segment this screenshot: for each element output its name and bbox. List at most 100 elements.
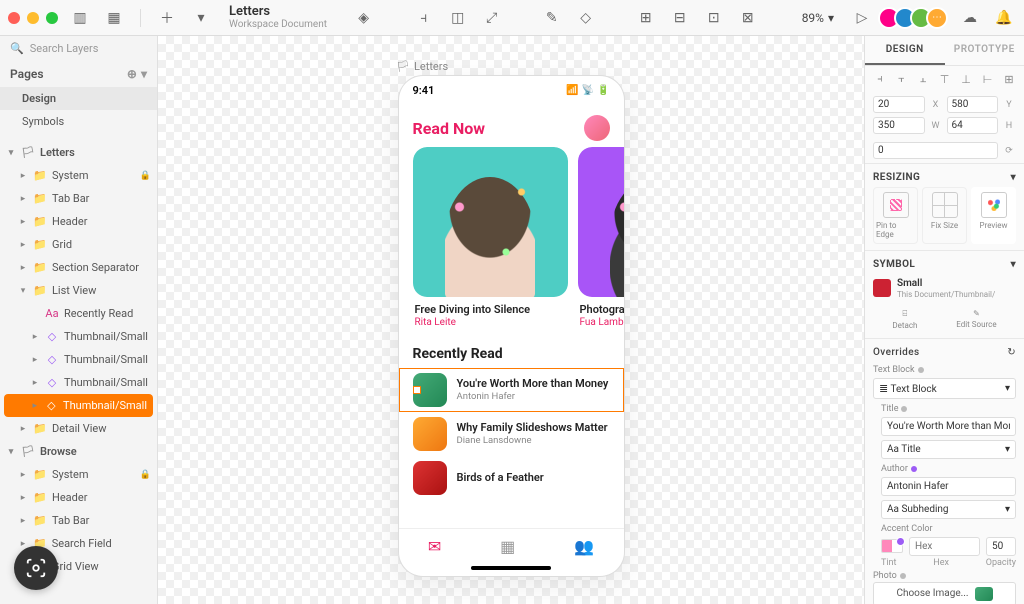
recent-item-1-selected[interactable]: You're Worth More than Money Antonin Haf… [399, 368, 624, 412]
grid-view-icon[interactable]: ▦ [102, 6, 126, 30]
override-author-input[interactable] [881, 477, 1016, 496]
align-right-icon[interactable]: ⫠ [916, 72, 930, 86]
minimize-window[interactable] [27, 12, 39, 24]
layer-browse-tabbar[interactable]: ▸📁Tab Bar [0, 509, 157, 532]
accent-hex-input[interactable] [909, 537, 980, 556]
add-dropdown-icon[interactable]: ▾ [189, 6, 213, 30]
recent-2-author: Diane Lansdowne [457, 435, 608, 447]
resize-fix-size[interactable]: Fix Size [922, 187, 967, 244]
symbol-source[interactable]: Small This Document/Thumbnail/ [873, 274, 1016, 303]
resize-preview[interactable]: Preview [971, 187, 1016, 244]
edit-source-button[interactable]: ✎Edit Source [956, 309, 996, 330]
difference-icon[interactable]: ⊠ [736, 6, 760, 30]
page-symbols[interactable]: Symbols [0, 110, 157, 133]
align-left-icon[interactable]: ⫞ [873, 72, 887, 86]
close-window[interactable] [8, 12, 20, 24]
card-1[interactable]: Free Diving into Silence Rita Leite [413, 147, 568, 332]
override-title-style[interactable]: Aa Title▾ [881, 440, 1016, 459]
h-input[interactable] [947, 117, 999, 134]
add-page-icon[interactable]: ⊕ [127, 67, 137, 81]
rotation-input[interactable] [873, 142, 998, 159]
w-input[interactable] [873, 117, 925, 134]
chevron-down-icon[interactable]: ▾ [1011, 172, 1016, 183]
layer-browse-system[interactable]: ▸📁System [0, 463, 157, 486]
page-design[interactable]: Design [0, 87, 157, 110]
tab-design[interactable]: DESIGN [865, 36, 945, 65]
layer-tabbar[interactable]: ▸📁Tab Bar [0, 187, 157, 210]
symbol-heading: SYMBOL [873, 259, 915, 270]
tab-grid-icon[interactable]: ▦ [500, 537, 515, 556]
override-textblock-select[interactable]: ≣ Text Block▾ [873, 378, 1016, 399]
layer-listview[interactable]: ▾📁List View [0, 279, 157, 302]
layer-recently-read[interactable]: AaRecently Read [0, 302, 157, 325]
override-author-style[interactable]: Aa Subheding▾ [881, 500, 1016, 519]
override-title-input[interactable] [881, 417, 1016, 436]
search-layers[interactable]: 🔍 Search Layers [0, 36, 157, 61]
layer-thumbnail-1[interactable]: ▸◇Thumbnail/Small [0, 325, 157, 348]
tab-inbox-icon[interactable]: ✉ [428, 537, 441, 556]
align-bottom-icon[interactable]: ⊢ [981, 72, 995, 86]
align-left-icon[interactable]: ⫞ [412, 6, 436, 30]
layer-section-separator[interactable]: ▸📁Section Separator [0, 256, 157, 279]
accent-color-swatch[interactable] [881, 539, 903, 553]
union-icon[interactable]: ⊞ [634, 6, 658, 30]
layer-root[interactable]: ▾🏳Letters [0, 141, 157, 164]
inspector-panel: DESIGN PROTOTYPE ⫞ ⫟ ⫠ ⊤ ⊥ ⊢ ⊞ X Y W H ⟳… [864, 36, 1024, 604]
distribute-icon[interactable]: ⊞ [1002, 72, 1016, 86]
sidebar-toggle-icon[interactable]: ▥ [68, 6, 92, 30]
reset-overrides-icon[interactable]: ↻ [1007, 347, 1016, 358]
zoom-dropdown[interactable]: 89%▾ [796, 9, 840, 27]
chevron-down-icon[interactable]: ▾ [1011, 259, 1016, 270]
layer-grid[interactable]: ▸📁Grid [0, 233, 157, 256]
google-lens-button[interactable] [14, 546, 58, 590]
status-icons: 📶📡🔋 [566, 85, 609, 96]
layer-thumbnail-2[interactable]: ▸◇Thumbnail/Small [0, 348, 157, 371]
vector-icon[interactable]: ◇ [574, 6, 598, 30]
x-input[interactable] [873, 96, 925, 113]
recent-item-3[interactable]: Birds of a Feather [399, 456, 624, 500]
choose-image-button[interactable]: Choose Image... [873, 582, 1016, 604]
symbol-swatch-icon [873, 279, 891, 297]
canvas[interactable]: 🏳Letters 9:41 📶📡🔋 Read Now Free Diving i… [158, 36, 864, 604]
symbol-icon[interactable]: ◈ [352, 6, 376, 30]
align-center-h-icon[interactable]: ⫟ [895, 72, 909, 86]
layer-thumbnail-4-selected[interactable]: ▸◇Thumbnail/Small [4, 394, 153, 417]
recent-item-2[interactable]: Why Family Slideshows Matter Diane Lansd… [399, 412, 624, 456]
align-controls: ⫞ ⫟ ⫠ ⊤ ⊥ ⊢ ⊞ [865, 66, 1024, 92]
layer-browse[interactable]: ▾🏳Browse [0, 440, 157, 463]
resize-pin-to-edge[interactable]: Pin to Edge [873, 187, 918, 244]
override-accent-label: Accent Color [881, 524, 933, 534]
tab-people-icon[interactable]: 👥 [574, 537, 594, 556]
battery-icon: 🔋 [597, 85, 609, 96]
cloud-icon[interactable]: ☁ [958, 6, 982, 30]
layer-system[interactable]: ▸📁System [0, 164, 157, 187]
align-center-v-icon[interactable]: ⊥ [959, 72, 973, 86]
edit-icon[interactable]: ✎ [540, 6, 564, 30]
layer-thumbnail-3[interactable]: ▸◇Thumbnail/Small [0, 371, 157, 394]
featured-cards: Free Diving into Silence Rita Leite Phot… [399, 147, 624, 332]
add-icon[interactable]: ＋ [155, 6, 179, 30]
layer-browse-header[interactable]: ▸📁Header [0, 486, 157, 509]
card-2[interactable]: Photographi Fua Lamba [578, 147, 624, 332]
subtract-icon[interactable]: ⊟ [668, 6, 692, 30]
flag-icon: 🏳 [396, 60, 410, 73]
layer-detailview[interactable]: ▸📁Detail View [0, 417, 157, 440]
maximize-window[interactable] [46, 12, 58, 24]
intersect-icon[interactable]: ⊡ [702, 6, 726, 30]
card-1-title: Free Diving into Silence [413, 297, 568, 316]
mask-icon[interactable]: ◫ [446, 6, 470, 30]
accent-opacity-input[interactable] [986, 537, 1016, 556]
play-icon[interactable]: ▷ [850, 6, 874, 30]
scale-icon[interactable]: ⤢ [480, 6, 504, 30]
align-top-icon[interactable]: ⊤ [938, 72, 952, 86]
notifications-icon[interactable]: 🔔 [992, 6, 1016, 30]
detach-button[interactable]: ⍇Detach [892, 309, 917, 330]
tab-prototype[interactable]: PROTOTYPE [945, 36, 1024, 65]
collaborator-avatars[interactable]: ⋯ [884, 7, 948, 29]
pages-chevron-icon[interactable]: ▾ [141, 67, 147, 81]
layer-header[interactable]: ▸📁Header [0, 210, 157, 233]
artboard-label[interactable]: 🏳Letters [396, 60, 448, 73]
profile-avatar[interactable] [584, 115, 610, 141]
wifi-icon: 📡 [582, 85, 594, 96]
y-input[interactable] [947, 96, 999, 113]
